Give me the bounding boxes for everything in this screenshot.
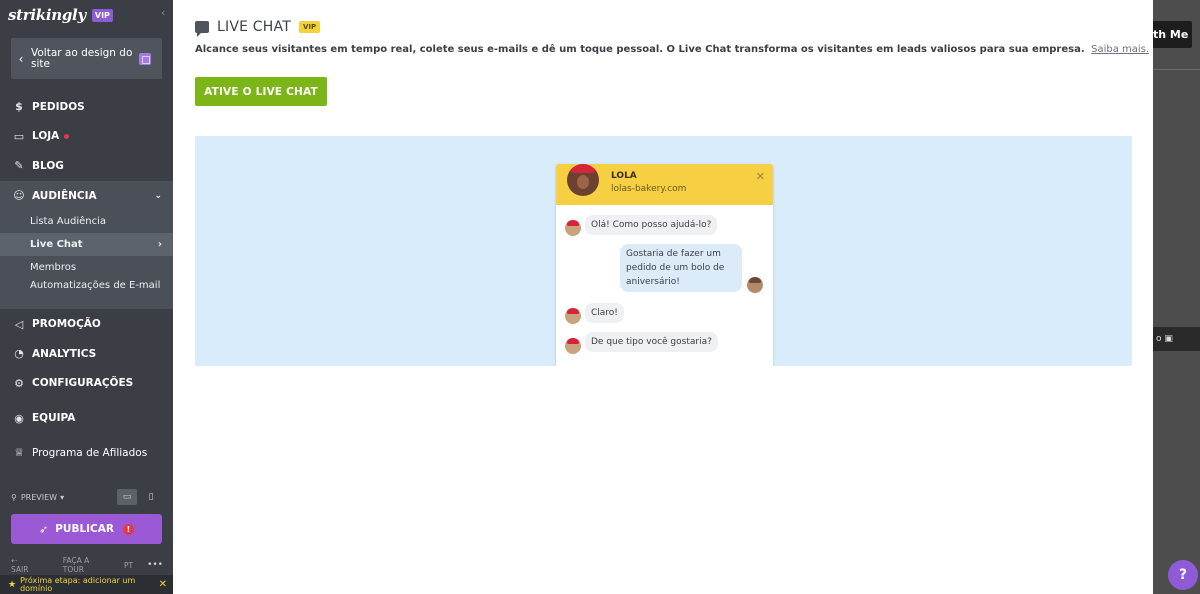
gear-icon: ⚙ [14, 376, 24, 390]
sidebar-nav: $ PEDIDOS ▭ LOJA ✎ BLOG ☺ AUDIÊNCIA ⌄ Li… [0, 92, 173, 468]
users-icon: ☺ [13, 189, 25, 203]
design-icon [139, 52, 151, 65]
page-header: LIVE CHAT VIP [195, 18, 321, 37]
chat-preview-area: LOLA lolas-bakery.com ✕ Olá! Como posso … [195, 136, 1132, 366]
sidebar-item-audiencia[interactable]: ☺ AUDIÊNCIA ⌄ [0, 180, 173, 211]
help-button[interactable]: ? [1168, 560, 1198, 590]
activate-live-chat-button[interactable]: ATIVE O LIVE CHAT [195, 77, 327, 106]
vip-tag: VIP [91, 8, 113, 22]
sidebar-item-afiliados[interactable]: ♕ Programa de Afiliados [0, 438, 173, 468]
chat-icon [195, 21, 209, 37]
trophy-icon: ♕ [14, 446, 24, 460]
chat-message: Gostaria de fazer um pedido de um bolo d… [620, 244, 742, 292]
preview-dropdown[interactable]: PREVIEW [21, 493, 57, 502]
image-icon: o ▣ [1156, 334, 1173, 344]
desktop-icon[interactable]: ▭ [117, 489, 137, 505]
chat-message: De que tipo você gostaria? [585, 332, 718, 352]
pen-icon: ✎ [14, 159, 24, 173]
vip-badge: VIP [298, 21, 321, 33]
sidebar-subitem-label: Live Chat [30, 239, 83, 251]
publish-label: PUBLICAR [55, 523, 114, 535]
notification-dot [64, 133, 70, 139]
sidebar-item-blog[interactable]: ✎ BLOG [0, 151, 173, 181]
agent-name: LOLA [611, 171, 637, 181]
team-icon: ◉ [14, 411, 24, 425]
store-icon: ▭ [13, 129, 25, 143]
sidebar-item-label: EQUIPA [32, 412, 76, 425]
close-icon: ✕ [755, 170, 765, 183]
back-to-design-button[interactable]: ‹ Voltar ao design do site [11, 38, 162, 79]
dollar-icon: $ [15, 100, 23, 114]
sidebar-subitem-automatizacoes[interactable]: Automatizações de E-mail [0, 279, 173, 309]
sidebar-footer: ⇠ SAIR FAÇA A TOUR PT ••• [11, 556, 163, 574]
preview-row: ⚲ PREVIEW ▾ ▭ ▯ [11, 488, 161, 506]
sidebar-item-label: Programa de Afiliados [32, 446, 148, 459]
warning-icon: ! [122, 523, 134, 535]
divider [1153, 69, 1200, 70]
sidebar-item-analytics[interactable]: ◔ ANALYTICS [0, 339, 173, 369]
more-icon[interactable]: ••• [147, 560, 163, 570]
audiencia-submenu: Lista Audiência Live Chat › Membros Auto… [0, 210, 173, 310]
sidebar-item-label: PROMOÇÃO [32, 318, 101, 331]
chat-message: Olá! Como posso ajudá-lo? [585, 215, 718, 235]
sidebar: strikingly VIP ‹ ‹ Voltar ao design do s… [0, 0, 173, 594]
user-avatar [747, 277, 763, 293]
chevron-down-icon: ⌄ [154, 190, 162, 201]
sidebar-item-label: AUDIÊNCIA [32, 189, 97, 202]
agent-site: lolas-bakery.com [611, 184, 687, 194]
sidebar-item-label: CONFIGURAÇÕES [32, 377, 134, 390]
description-text: Alcance seus visitantes em tempo real, c… [195, 44, 1085, 55]
collapse-sidebar-icon[interactable]: ‹ [161, 6, 171, 20]
sidebar-item-label: ANALYTICS [32, 347, 97, 360]
sidebar-item-loja[interactable]: ▭ LOJA [0, 122, 173, 152]
chat-widget-header: LOLA lolas-bakery.com ✕ [556, 164, 773, 205]
device-switcher: ▭ ▯ [117, 489, 161, 505]
agent-avatar [567, 164, 599, 196]
sidebar-item-pedidos[interactable]: $ PEDIDOS [0, 92, 173, 122]
sidebar-item-label: LOJA [32, 130, 60, 143]
sidebar-subitem-live-chat[interactable]: Live Chat › [0, 233, 173, 257]
exit-label: SAIR [11, 565, 29, 574]
next-step-banner[interactable]: ★ Próxima etapa: adicionar um domínio ✕ [0, 575, 173, 594]
background-button: th Me [1153, 21, 1192, 48]
megaphone-icon: ◁ [14, 317, 24, 331]
agent-avatar [565, 220, 581, 236]
sidebar-item-configuracoes[interactable]: ⚙ CONFIGURAÇÕES [0, 369, 173, 399]
tour-link[interactable]: FAÇA A TOUR [63, 556, 110, 574]
chat-widget-preview: LOLA lolas-bakery.com ✕ Olá! Como posso … [556, 164, 773, 366]
close-icon[interactable]: ✕ [159, 579, 167, 589]
chart-icon: ◔ [14, 347, 24, 361]
exit-link[interactable]: ⇠ SAIR [11, 556, 49, 574]
strikingly-logo: strikingly [8, 6, 86, 24]
search-icon: ⚲ [11, 492, 17, 502]
mobile-icon[interactable]: ▯ [141, 489, 161, 505]
sidebar-subitem-lista[interactable]: Lista Audiência [0, 210, 173, 233]
publish-button[interactable]: ➶ PUBLICAR ! [11, 514, 162, 544]
agent-avatar [565, 308, 581, 324]
background-toolbar: o ▣ [1153, 327, 1200, 351]
agent-avatar [565, 338, 581, 354]
sidebar-item-label: PEDIDOS [32, 100, 85, 113]
sidebar-item-equipa[interactable]: ◉ EQUIPA [0, 398, 173, 438]
next-step-text: Próxima etapa: adicionar um domínio [20, 575, 136, 593]
sidebar-item-promocao[interactable]: ◁ PROMOÇÃO [0, 309, 173, 339]
back-to-design-label: Voltar ao design do site [31, 46, 133, 70]
learn-more-link[interactable]: Saiba mais. [1091, 44, 1149, 55]
live-chat-panel: LIVE CHAT VIP Alcance seus visitantes em… [173, 0, 1153, 594]
editor-background [1153, 0, 1200, 594]
star-icon: ★ [8, 579, 17, 590]
sidebar-item-label: BLOG [32, 159, 64, 172]
page-description: Alcance seus visitantes em tempo real, c… [195, 44, 1149, 55]
chevron-right-icon: › [157, 239, 162, 251]
language-selector[interactable]: PT [124, 561, 133, 570]
rocket-icon: ➶ [39, 522, 49, 536]
sidebar-subitem-membros[interactable]: Membros [0, 256, 173, 279]
chat-message: Claro! [585, 303, 624, 323]
chevron-left-icon: ‹ [18, 51, 24, 66]
page-title: LIVE CHAT [217, 19, 291, 35]
brand[interactable]: strikingly VIP [8, 4, 113, 26]
caret-down-icon: ▾ [60, 492, 65, 502]
